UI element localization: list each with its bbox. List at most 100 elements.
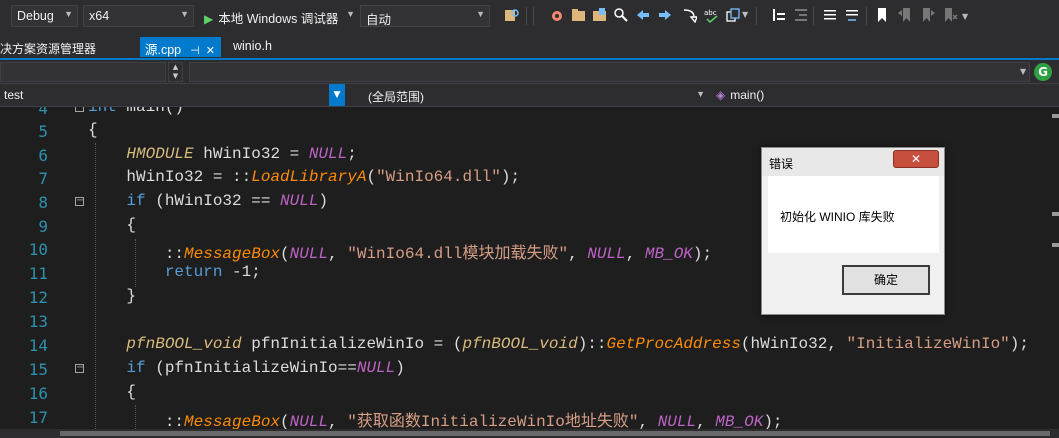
- svg-text:abc: abc: [704, 9, 717, 17]
- start-debugging-label: 本地 Windows 调试器: [218, 12, 339, 26]
- project-select[interactable]: test: [0, 85, 345, 106]
- scope-select[interactable]: (全局范围) ▼: [364, 85, 709, 106]
- uncomment-icon[interactable]: [844, 7, 860, 23]
- document-tab-strip: 决方案资源管理器 源.cpp ⊣ ✕ winio.h: [0, 32, 1059, 60]
- bookmark-icon[interactable]: [874, 7, 890, 23]
- line-number: 11: [28, 264, 48, 283]
- scrollbar-marker: [1052, 243, 1059, 247]
- build-icon[interactable]: [549, 7, 565, 23]
- tab-label: 源.cpp: [145, 43, 182, 57]
- line-number: 14: [28, 336, 48, 355]
- tab-winio-h[interactable]: winio.h: [228, 37, 278, 57]
- code-line: if (hWinIo32 == NULL): [126, 192, 329, 210]
- line-number: 8: [38, 193, 48, 212]
- secondary-field-main[interactable]: [189, 62, 1030, 82]
- line-number: 6: [38, 146, 48, 165]
- solution-config-select[interactable]: Debug ▼: [11, 5, 78, 27]
- chevron-down-icon[interactable]: ▼: [742, 10, 748, 19]
- code-line: ::MessageBox(NULL, "WinIo64.dll模块加载失败", …: [88, 245, 713, 263]
- git-status-icon[interactable]: G: [1034, 63, 1052, 81]
- line-number: 17: [28, 408, 48, 427]
- tab-label: winio.h: [233, 39, 272, 53]
- dialog-title: 错误: [769, 157, 794, 171]
- chevron-down-icon[interactable]: ▼: [329, 84, 345, 106]
- find-in-files-icon[interactable]: [504, 7, 520, 23]
- scope-value: (全局范围): [368, 90, 424, 104]
- fold-toggle-icon[interactable]: −: [75, 107, 84, 112]
- solution-platform-select[interactable]: x64 ▼: [83, 5, 194, 27]
- toolbar-separator: [813, 7, 814, 25]
- navigate-back-icon[interactable]: [635, 7, 651, 23]
- solution-explorer-title[interactable]: 决方案资源管理器: [0, 40, 96, 57]
- chevron-down-icon[interactable]: ▼: [962, 12, 968, 21]
- member-value: main(): [730, 88, 765, 102]
- chevron-down-icon: ▼: [696, 89, 705, 99]
- outdent-icon[interactable]: [793, 7, 809, 23]
- solution-platform-value: x64: [89, 9, 110, 23]
- code-line: {: [88, 216, 137, 234]
- code-line: HMODULE hWinIo32 = NULL;: [126, 145, 357, 163]
- tab-source-cpp[interactable]: 源.cpp ⊣ ✕: [140, 37, 221, 57]
- indent-icon[interactable]: [771, 7, 787, 23]
- pin-icon[interactable]: ⊣: [190, 45, 200, 57]
- close-icon: ✕: [910, 152, 922, 166]
- fold-toggle-icon[interactable]: −: [75, 196, 84, 206]
- horizontal-scrollbar[interactable]: [0, 429, 1059, 438]
- line-number: 10: [28, 240, 48, 259]
- dialog-message-area: 初始化 WINIO 库失败: [768, 176, 939, 253]
- comment-icon[interactable]: [822, 7, 838, 23]
- dialog-message: 初始化 WINIO 库失败: [780, 210, 895, 224]
- project-value: test: [4, 88, 24, 102]
- debug-target-value: 自动: [366, 13, 392, 27]
- close-icon[interactable]: ✕: [206, 45, 215, 57]
- chevron-down-icon: ▼: [476, 9, 485, 19]
- main-toolbar: Debug ▼ x64 ▼ ▶ 本地 Windows 调试器 ▼ 自动 ▼ abc…: [0, 0, 1059, 32]
- bookmark-folder-icon[interactable]: [592, 7, 608, 23]
- dialog-ok-button[interactable]: 确定: [842, 265, 930, 295]
- secondary-field-left[interactable]: [0, 62, 166, 82]
- line-number: 9: [38, 217, 48, 236]
- start-debugging-button[interactable]: ▶ 本地 Windows 调试器 ▼: [201, 5, 355, 27]
- line-number: 4: [38, 107, 48, 118]
- scrollbar-thumb[interactable]: [60, 431, 1050, 436]
- navigate-forward-icon[interactable]: [657, 7, 673, 23]
- chevron-down-icon: ▼: [346, 9, 355, 19]
- step-icon[interactable]: [681, 7, 697, 23]
- code-line: int main(): [88, 107, 185, 116]
- debug-target-select[interactable]: 自动 ▼: [360, 5, 490, 27]
- toolbar-separator: [526, 7, 527, 25]
- chevron-down-icon[interactable]: ▼: [1020, 67, 1026, 76]
- method-icon: ◈: [716, 88, 726, 102]
- scrollbar-marker: [1052, 114, 1059, 118]
- open-folder-icon[interactable]: [571, 7, 587, 23]
- scrollbar-marker: [1052, 212, 1059, 216]
- member-select[interactable]: ◈ main(): [712, 85, 1059, 106]
- next-bookmark-icon[interactable]: [920, 7, 936, 23]
- line-number: 5: [38, 122, 48, 141]
- code-line: ::MessageBox(NULL, "获取函数InitializeWinIo地…: [88, 413, 783, 429]
- toolbar-separator: [866, 7, 867, 25]
- line-number: 13: [28, 312, 48, 331]
- prev-bookmark-icon[interactable]: [897, 7, 913, 23]
- clear-bookmark-icon[interactable]: [942, 7, 958, 23]
- copy-icon[interactable]: [725, 7, 741, 23]
- spell-check-icon[interactable]: abc: [704, 7, 720, 23]
- quick-find-icon[interactable]: [613, 7, 629, 23]
- secondary-toolbar: ▲ ▼ ▼ G: [0, 60, 1059, 84]
- fold-toggle-icon[interactable]: −: [75, 363, 84, 373]
- line-number: 7: [38, 169, 48, 188]
- toolbar-separator: [533, 7, 534, 25]
- line-number: 15: [28, 360, 48, 379]
- dialog-titlebar[interactable]: 错误 ✕: [762, 148, 944, 176]
- chevron-down-icon: ▼: [64, 9, 73, 19]
- code-line: hWinIo32 = ::LoadLibraryA("WinIo64.dll")…: [88, 168, 521, 186]
- spinner-control[interactable]: ▲ ▼: [168, 62, 183, 82]
- dialog-close-button[interactable]: ✕: [893, 150, 939, 168]
- error-dialog: 错误 ✕ 初始化 WINIO 库失败 确定: [761, 147, 945, 315]
- play-icon: ▶: [204, 12, 214, 26]
- code-line: if (pfnInitializeWinIo==NULL): [126, 359, 405, 377]
- code-line: return -1;: [164, 263, 261, 281]
- line-number: 12: [28, 288, 48, 307]
- code-navigation-bar: test ▼ (全局范围) ▼ ◈ main(): [0, 84, 1059, 107]
- code-line: }: [88, 287, 137, 305]
